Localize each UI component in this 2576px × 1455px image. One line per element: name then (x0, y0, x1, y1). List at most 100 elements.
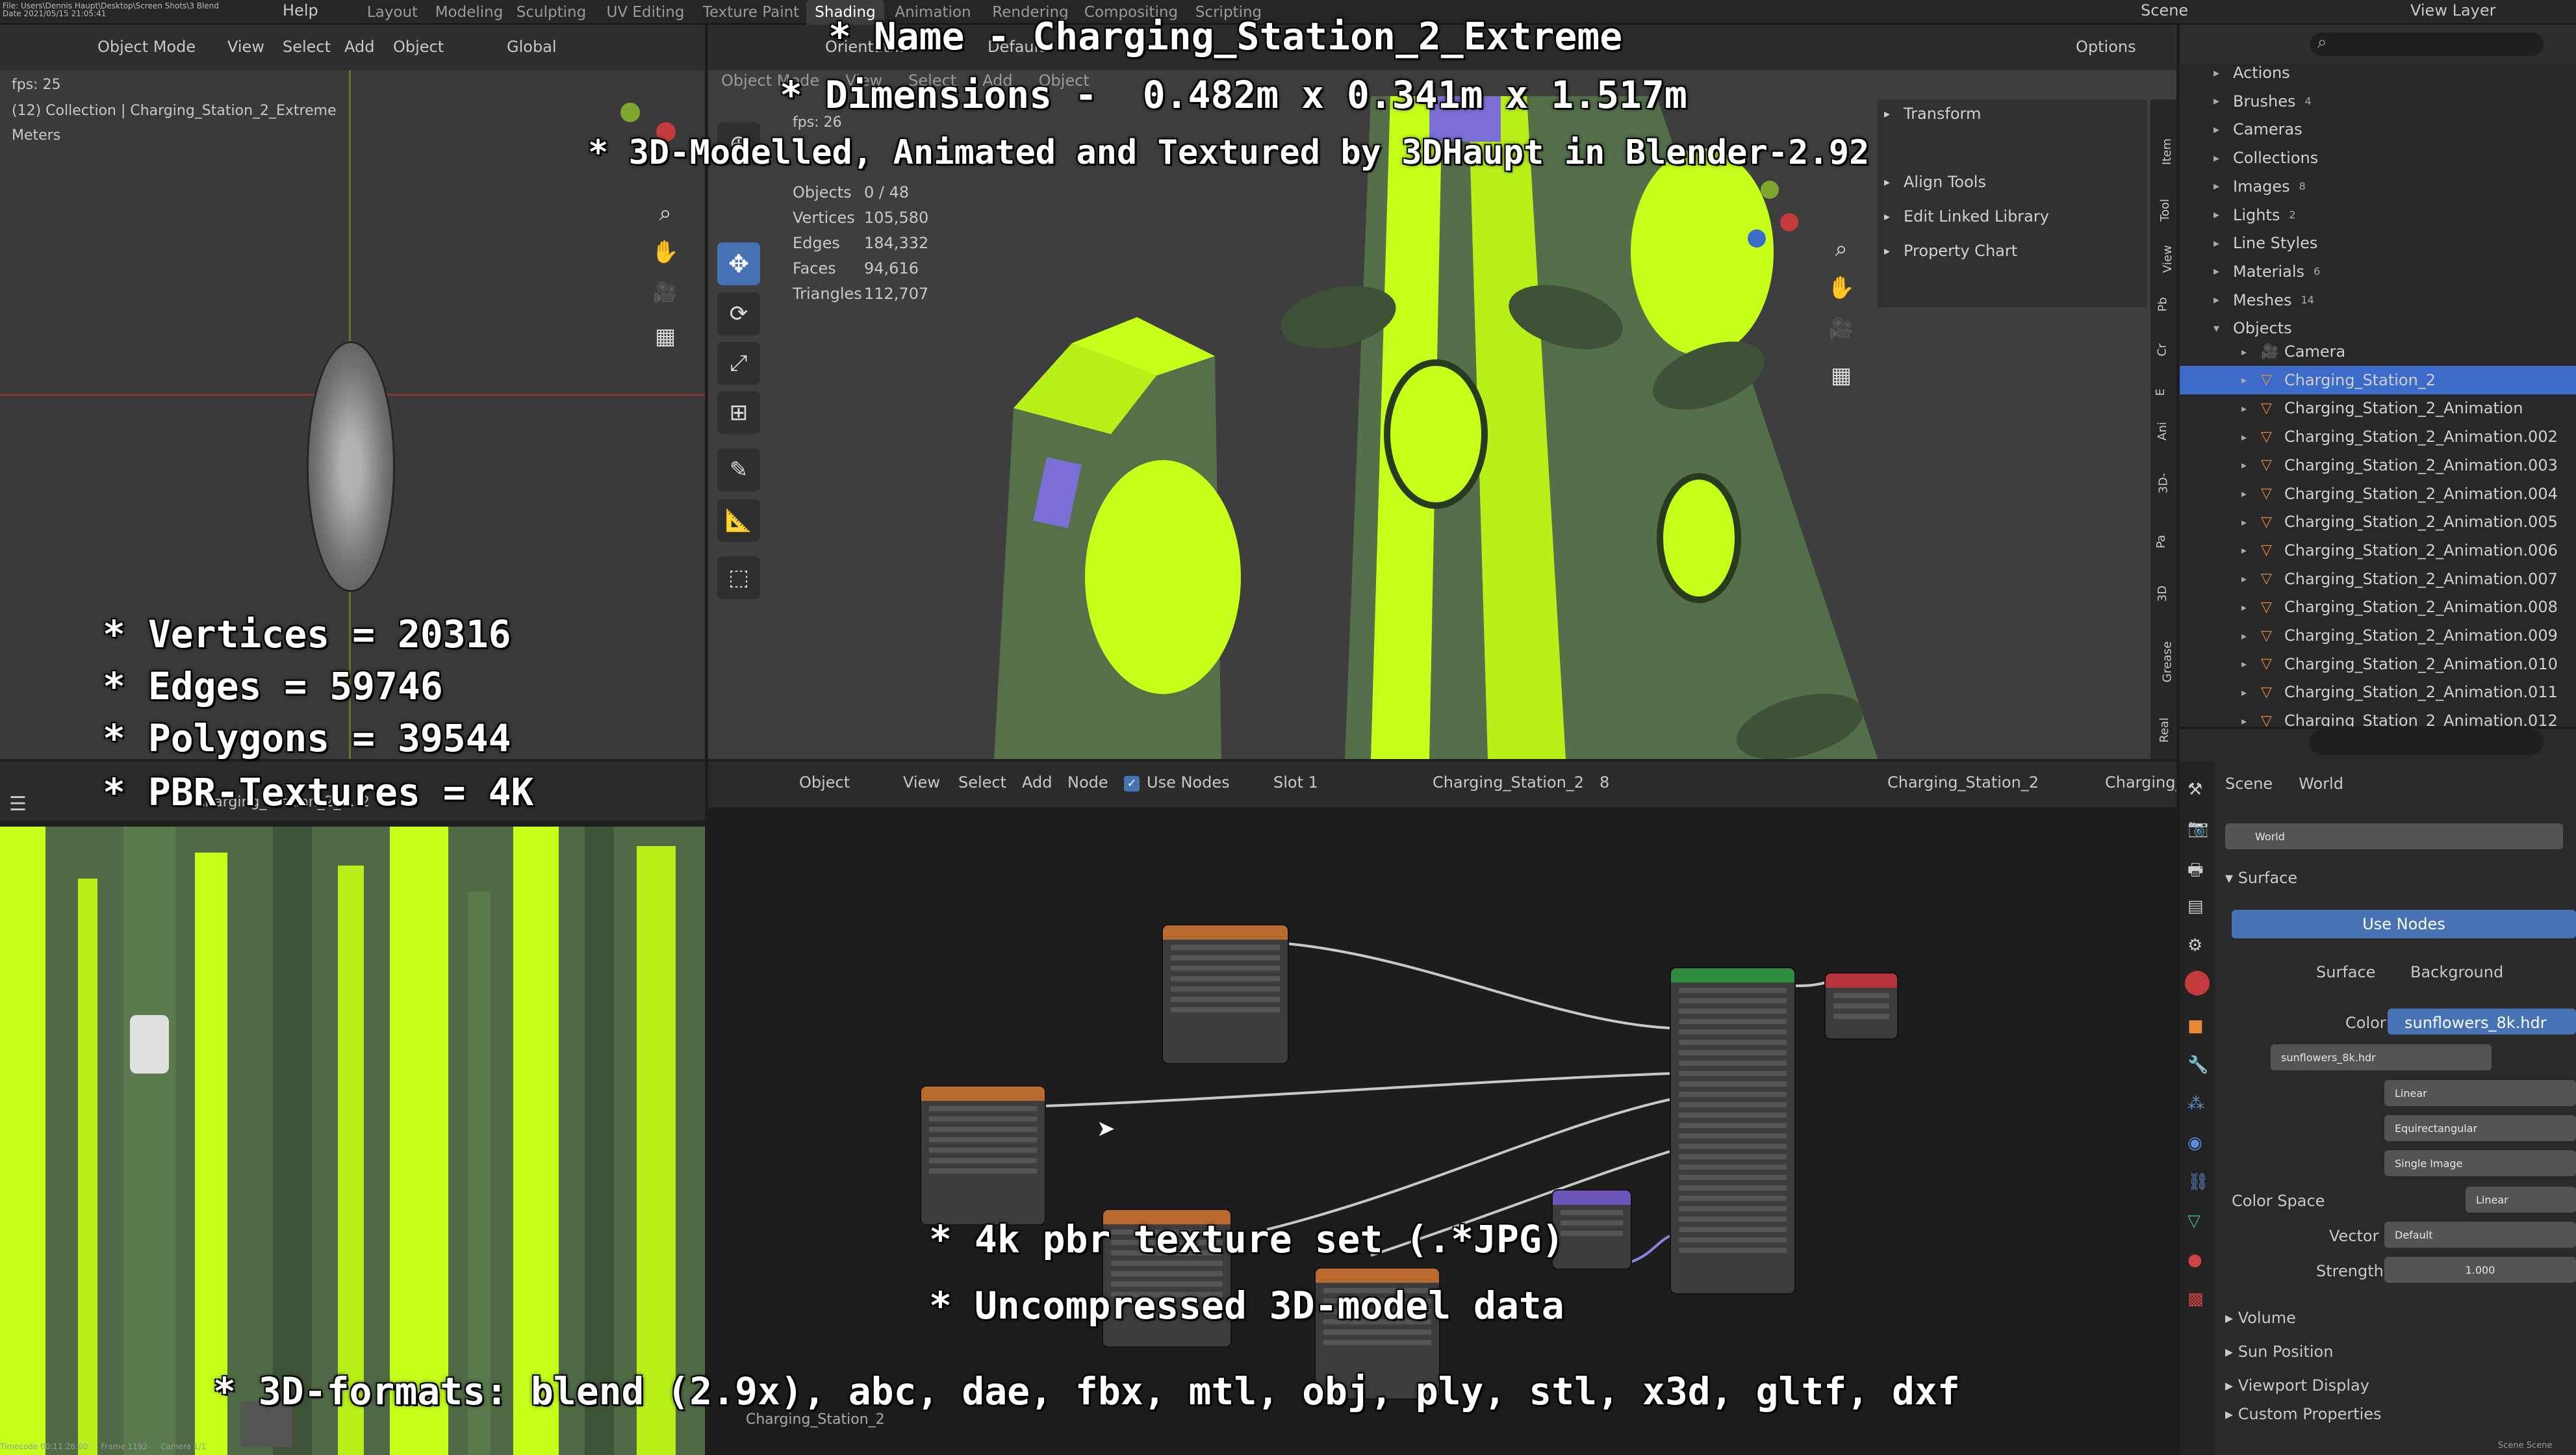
left-menu-select[interactable]: Select (283, 38, 331, 56)
outliner-category-row[interactable]: ▸ Meshes 14 (2180, 286, 2576, 315)
gizmo-y[interactable] (620, 103, 640, 122)
properties-search[interactable] (2310, 729, 2544, 755)
left-menu-add[interactable]: Add (344, 38, 374, 56)
outliner-category-row[interactable]: ▸ Cameras (2180, 115, 2576, 144)
sidebar-tab[interactable]: 3D (2156, 586, 2169, 602)
sidebar-item-align-tools[interactable]: ▸ Align Tools (1884, 168, 1986, 196)
outliner-object-row[interactable]: ▸ ▽ Charging_Station_2_Animation.011 (2180, 678, 2576, 706)
zoom-icon[interactable]: ⌕ (650, 200, 681, 231)
left-mode-selector[interactable]: Object Mode (97, 38, 196, 56)
move-tool-icon[interactable]: ✥ (717, 242, 760, 285)
sidebar-item-property-chart[interactable]: ▸ Property Chart (1884, 237, 2017, 265)
view-layer-tab-icon[interactable]: ▤ (2187, 897, 2204, 916)
outliner-category-row[interactable]: ▸ Lights 2 (2180, 201, 2576, 229)
outliner-object-row[interactable]: ▸ ▽ Charging_Station_2 (2180, 365, 2576, 394)
image-editor[interactable]: ☰ Charging_Station_2_... 2 Timecode 00:1… (0, 762, 705, 1455)
outliner-object-row[interactable]: ▸ ▽ Charging_Station_2_Animation (2180, 394, 2576, 422)
pan-hand-icon[interactable]: ✋ (650, 239, 681, 270)
gizmo-blue-dot[interactable] (1748, 229, 1766, 248)
outliner-category-row[interactable]: ▸ Brushes 4 (2180, 87, 2576, 116)
scene-selector[interactable]: Scene (2141, 1, 2188, 19)
color-space-select[interactable]: Linear (2466, 1187, 2576, 1213)
view-zoom-icon[interactable]: ⌕ (1826, 236, 1857, 267)
custom-properties-panel-header[interactable]: ▸ Custom Properties (2225, 1405, 2382, 1423)
outliner-object-row[interactable]: ▸ ▽ Charging_Station_2_Animation.009 (2180, 621, 2576, 650)
material-tab-icon[interactable]: ● (2187, 1250, 2202, 1270)
view-grid-icon[interactable]: ▦ (1826, 363, 1857, 394)
outliner-category-row[interactable]: ▸ Collections (2180, 144, 2576, 172)
color-value-field[interactable]: sunflowers_8k.hdr (2388, 1009, 2576, 1035)
particles-tab-icon[interactable]: ⁂ (2187, 1094, 2204, 1114)
add-cube-tool-icon[interactable]: ⬚ (717, 556, 760, 599)
outliner-search-field[interactable] (2310, 32, 2544, 56)
constraint-tab-icon[interactable]: ⛓ (2187, 1172, 2209, 1192)
interpolation-select[interactable]: Linear (2384, 1080, 2576, 1106)
tab-uv-editing[interactable]: UV Editing (595, 0, 696, 25)
output-tab-icon[interactable]: 🖶 (2187, 858, 2204, 886)
breadcrumb-world[interactable]: World (2299, 775, 2343, 793)
scale-tool-icon[interactable]: ⤢ (717, 342, 760, 385)
sidebar-item-transform[interactable]: ▸ Transform (1884, 99, 1981, 128)
texture-tab-icon[interactable]: ▩ (2187, 1289, 2204, 1309)
outliner-object-row[interactable]: ▸ ▽ Charging_Station_2_Animation.010 (2180, 650, 2576, 678)
measure-tool-icon[interactable]: 📐 (717, 499, 760, 542)
node-normal-map[interactable] (1553, 1191, 1631, 1268)
render-tab-icon[interactable]: 📷 (2187, 819, 2208, 838)
vector-field[interactable]: Default (2384, 1222, 2576, 1248)
grid-toggle-icon[interactable]: ▦ (650, 324, 681, 355)
projection-select[interactable]: Equirectangular (2384, 1115, 2576, 1141)
outliner-object-row[interactable]: ▸ ▽ Charging_Station_2_Animation.003 (2180, 451, 2576, 480)
camera-view-icon[interactable]: 🎥 (650, 281, 681, 313)
outliner-object-row[interactable]: ▸ 🎥 Camera (2180, 337, 2576, 366)
node-material-output[interactable] (1826, 973, 1897, 1038)
surface-value[interactable]: Background (2410, 963, 2503, 981)
help-menu[interactable]: Help (283, 1, 318, 19)
view-pan-icon[interactable]: ✋ (1826, 275, 1857, 306)
outliner-object-row[interactable]: ▸ ▽ Charging_Station_2_Animation.005 (2180, 508, 2576, 536)
gizmo-green-dot[interactable] (1761, 181, 1779, 199)
world-selector[interactable]: World (2225, 823, 2563, 849)
outliner-object-row[interactable]: ▸ ▽ Charging_Station_2_Animation.006 (2180, 536, 2576, 565)
rotate-tool-icon[interactable]: ⟳ (717, 292, 760, 335)
scene-tab-icon[interactable]: ⚙ (2187, 936, 2202, 955)
sidebar-tab[interactable]: Cr (2155, 344, 2169, 357)
outliner-object-row[interactable]: ▸ ▽ Charging_Station_2_Animation.008 (2180, 593, 2576, 621)
use-nodes-button[interactable]: Use Nodes (2232, 910, 2576, 938)
left-menu-view[interactable]: View (227, 38, 264, 56)
sidebar-tab[interactable]: Ani (2156, 422, 2169, 441)
data-tab-icon[interactable]: ▽ (2187, 1211, 2200, 1231)
sidebar-tab[interactable]: 3D- (2156, 473, 2170, 494)
sun-position-panel-header[interactable]: ▸ Sun Position (2225, 1343, 2333, 1361)
sidebar-tab[interactable]: Item (2160, 138, 2174, 165)
sidebar-tab[interactable]: Real (2158, 717, 2171, 743)
sidebar-tab[interactable]: E (2154, 389, 2167, 396)
physics-tab-icon[interactable]: ◉ (2187, 1133, 2202, 1153)
view-layer-selector[interactable]: View Layer (2410, 1, 2496, 19)
tab-modeling[interactable]: Modeling (431, 0, 507, 25)
menu-icon[interactable]: ☰ (9, 793, 27, 816)
sidebar-tab[interactable]: Pb (2156, 297, 2170, 311)
left-menu-object[interactable]: Object (393, 38, 444, 56)
sidebar-tab[interactable]: Pa (2154, 535, 2168, 548)
annotate-tool-icon[interactable]: ✎ (717, 448, 760, 491)
outliner-object-row[interactable]: ▸ ▽ Charging_Station_2_Animation.002 (2180, 422, 2576, 451)
sidebar-item-edit-linked-library[interactable]: ▸ Edit Linked Library (1884, 202, 2049, 231)
tab-texture-paint[interactable]: Texture Paint (696, 0, 806, 25)
outliner-category-row[interactable]: ▸ Images 8 (2180, 172, 2576, 201)
breadcrumb-scene[interactable]: Scene (2225, 775, 2273, 793)
world-tab-icon[interactable] (2185, 971, 2210, 996)
view-camera-icon[interactable]: 🎥 (1826, 317, 1857, 348)
node-base-color-texture[interactable] (1163, 925, 1288, 1063)
outliner-object-row[interactable]: ▸ ▽ Charging_Station_2_Animation.004 (2180, 480, 2576, 508)
options-menu[interactable]: Options (2076, 38, 2136, 56)
outliner-object-row[interactable]: ▸ ▽ Charging_Station_2_Animation.007 (2180, 565, 2576, 593)
node-editor[interactable]: Object View Select Add Node ✓ Use Nodes … (708, 762, 2176, 1455)
tool-tab-icon[interactable]: ⚒ (2187, 780, 2202, 799)
volume-panel-header[interactable]: ▸ Volume (2225, 1309, 2296, 1327)
environment-image-field[interactable]: sunflowers_8k.hdr (2271, 1044, 2492, 1070)
strength-field[interactable]: 1.000 (2384, 1257, 2576, 1283)
surface-panel-header[interactable]: ▾ Surface (2225, 869, 2297, 887)
tab-sculpting[interactable]: Sculpting (507, 0, 595, 25)
outliner-category-row[interactable]: ▸ Actions (2180, 58, 2576, 87)
node-normal-texture[interactable] (921, 1087, 1045, 1224)
